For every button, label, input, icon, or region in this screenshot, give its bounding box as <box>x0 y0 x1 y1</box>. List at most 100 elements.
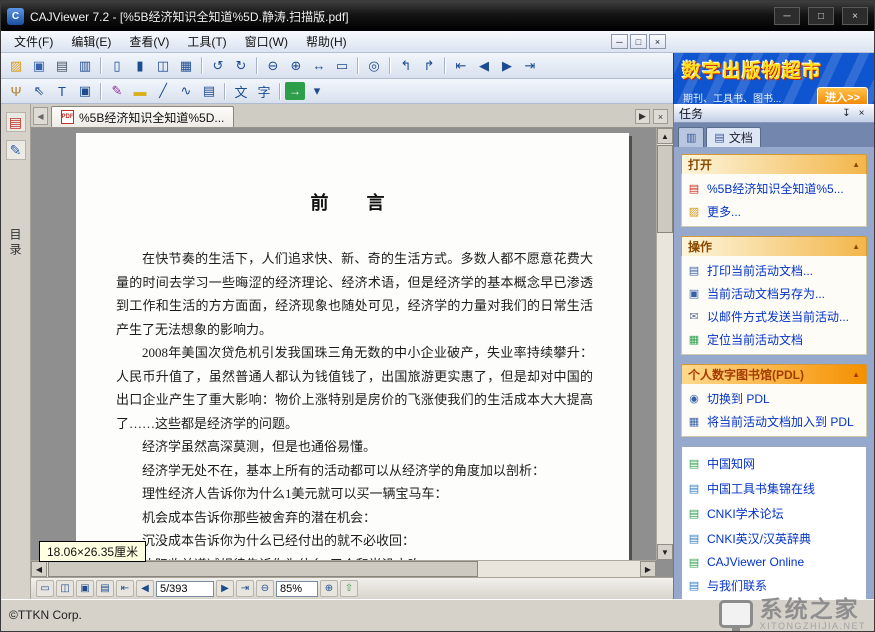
fullscreen-icon[interactable]: ▣ <box>76 580 94 597</box>
actual-size-icon[interactable]: ▭ <box>331 55 353 76</box>
collapse-icon[interactable]: ▲ <box>852 160 860 169</box>
zoom-in-button[interactable]: ⊕ <box>320 580 338 597</box>
scroll-left-icon[interactable]: ◀ <box>31 561 47 577</box>
tab-pages[interactable]: ▥ <box>678 127 704 147</box>
scroll-right-icon[interactable]: ▶ <box>640 561 656 577</box>
page-number-input[interactable] <box>156 581 214 597</box>
zoom-out-button[interactable]: ⊖ <box>256 580 274 597</box>
menu-item[interactable]: 窗口(W) <box>236 31 297 52</box>
external-link-label[interactable]: 中国工具书集锦在线 <box>707 480 815 497</box>
rotate-left-icon[interactable]: ↺ <box>207 55 229 76</box>
text-select-icon[interactable]: T <box>51 81 73 102</box>
prev-page-icon[interactable]: ◀ <box>473 55 495 76</box>
menu-item[interactable]: 查看(V) <box>120 31 178 52</box>
print-preview-icon[interactable]: ▥ <box>74 55 96 76</box>
rotate-right-icon[interactable]: ↻ <box>230 55 252 76</box>
vertical-scroll-thumb[interactable] <box>657 145 673 233</box>
scroll-down-icon[interactable]: ▼ <box>657 544 673 560</box>
scroll-up-icon[interactable]: ▲ <box>657 128 673 144</box>
task-item-label[interactable]: %5B经济知识全知道%5... <box>707 180 844 197</box>
image-select-icon[interactable]: ▣ <box>74 81 96 102</box>
zoom-out-icon[interactable]: ⊖ <box>262 55 284 76</box>
highlight-icon[interactable]: ▬ <box>129 81 151 102</box>
tab-scroll-right-icon[interactable]: ▶ <box>635 109 650 124</box>
first-page-icon[interactable]: ⇤ <box>450 55 472 76</box>
task-item-label[interactable]: 定位当前活动文档 <box>707 331 803 348</box>
maximize-button[interactable]: □ <box>808 7 834 25</box>
task-item[interactable]: ◉ 切换到 PDL <box>687 390 861 407</box>
external-link-label[interactable]: CNKI英汉/汉英辞典 <box>707 530 811 547</box>
send-icon[interactable]: → <box>285 82 305 100</box>
page-viewport[interactable]: 前 言 在快节奏的生活下，人们追求快、新、奇的生活方式。多数人都不愿意花费大量的… <box>31 128 656 560</box>
collapse-icon[interactable]: ▲ <box>852 242 860 251</box>
last-page-button[interactable]: ⇥ <box>236 580 254 597</box>
horizontal-scroll-thumb[interactable] <box>48 561 478 577</box>
previous-view-icon[interactable]: ↰ <box>395 55 417 76</box>
next-page-button[interactable]: ▶ <box>216 580 234 597</box>
task-item-label[interactable]: 更多... <box>707 203 741 220</box>
document-tab[interactable]: PDF %5B经济知识全知道%5D... <box>51 106 234 127</box>
fit-width-icon[interactable]: ◫ <box>56 580 74 597</box>
next-page-icon[interactable]: ▶ <box>496 55 518 76</box>
task-item-label[interactable]: 切换到 PDL <box>707 390 770 407</box>
fit-page-icon[interactable]: ▭ <box>36 580 54 597</box>
task-item-label[interactable]: 以邮件方式发送当前活动... <box>707 308 849 325</box>
contents-icon[interactable]: ▤ <box>6 112 26 132</box>
store-banner[interactable]: 数字出版物超市 期刊、工具书、图书... 进入>> <box>673 53 874 104</box>
actions-section-header[interactable]: 操作 ▲ <box>681 236 867 256</box>
collapse-icon[interactable]: ▲ <box>852 370 860 379</box>
find-icon[interactable]: ◎ <box>363 55 385 76</box>
thumbnails-icon[interactable]: ▤ <box>96 580 114 597</box>
external-link-label[interactable]: 与我们联系 <box>707 577 767 594</box>
pin-icon[interactable]: ↧ <box>839 106 854 120</box>
external-link-label[interactable]: 中国知网 <box>707 455 755 472</box>
mdi-minimize-button[interactable]: ─ <box>611 34 628 49</box>
external-link-label[interactable]: CNKI学术论坛 <box>707 505 784 522</box>
zoom-in-icon[interactable]: ⊕ <box>285 55 307 76</box>
mdi-close-button[interactable]: × <box>649 34 666 49</box>
task-item[interactable]: ▤ %5B经济知识全知道%5... <box>687 180 861 197</box>
task-item[interactable]: ▣ 当前活动文档另存为... <box>687 285 861 302</box>
panel-close-icon[interactable]: × <box>854 106 869 120</box>
task-item[interactable]: ▤ 打印当前活动文档... <box>687 262 861 279</box>
fit-width-icon[interactable]: ↔ <box>308 55 330 76</box>
pdl-section-header[interactable]: 个人数字图书馆(PDL) ▲ <box>681 364 867 384</box>
external-link[interactable]: ▤ CAJViewer Online <box>687 555 861 569</box>
select-tool-icon[interactable]: ⇖ <box>28 81 50 102</box>
task-item[interactable]: ✉ 以邮件方式发送当前活动... <box>687 308 861 325</box>
close-button[interactable]: × <box>842 7 868 25</box>
task-item-label[interactable]: 打印当前活动文档... <box>707 262 813 279</box>
mdi-restore-button[interactable]: □ <box>630 34 647 49</box>
continuous-page-icon[interactable]: ▮ <box>129 55 151 76</box>
annotation-icon[interactable]: ✎ <box>106 81 128 102</box>
tab-scroll-left-icon[interactable]: ◀ <box>33 107 48 125</box>
menu-item[interactable]: 文件(F) <box>5 31 62 52</box>
menu-item[interactable]: 工具(T) <box>178 31 235 52</box>
open-icon[interactable]: ▨ <box>5 55 27 76</box>
back-to-top-icon[interactable]: ⇧ <box>340 580 358 597</box>
dropdown-icon[interactable]: ▾ <box>306 81 328 102</box>
tab-document[interactable]: ▤ 文档 <box>706 127 760 147</box>
zoom-level-input[interactable] <box>276 581 318 597</box>
tab-close-icon[interactable]: × <box>653 109 668 124</box>
last-page-icon[interactable]: ⇥ <box>519 55 541 76</box>
print-icon[interactable]: ▤ <box>51 55 73 76</box>
contents-tab-label[interactable]: 目录 <box>7 228 24 258</box>
horizontal-scrollbar[interactable]: ◀ ▶ <box>31 560 656 577</box>
text-recognition-icon[interactable]: 文 <box>230 81 252 102</box>
first-page-button[interactable]: ⇤ <box>116 580 134 597</box>
line-tool-icon[interactable]: ╱ <box>152 81 174 102</box>
continuous-facing-icon[interactable]: ▦ <box>175 55 197 76</box>
save-icon[interactable]: ▣ <box>28 55 50 76</box>
facing-page-icon[interactable]: ◫ <box>152 55 174 76</box>
external-link[interactable]: ▤ 与我们联系 <box>687 577 861 594</box>
task-item[interactable]: ▦ 将当前活动文档加入到 PDL <box>687 413 861 430</box>
single-page-icon[interactable]: ▯ <box>106 55 128 76</box>
freehand-icon[interactable]: ∿ <box>175 81 197 102</box>
open-section-header[interactable]: 打开 ▲ <box>681 154 867 174</box>
task-item-label[interactable]: 当前活动文档另存为... <box>707 285 825 302</box>
external-link-label[interactable]: CAJViewer Online <box>707 555 804 569</box>
note-icon[interactable]: ▤ <box>198 81 220 102</box>
prev-page-button[interactable]: ◀ <box>136 580 154 597</box>
task-item-label[interactable]: 将当前活动文档加入到 PDL <box>707 413 854 430</box>
